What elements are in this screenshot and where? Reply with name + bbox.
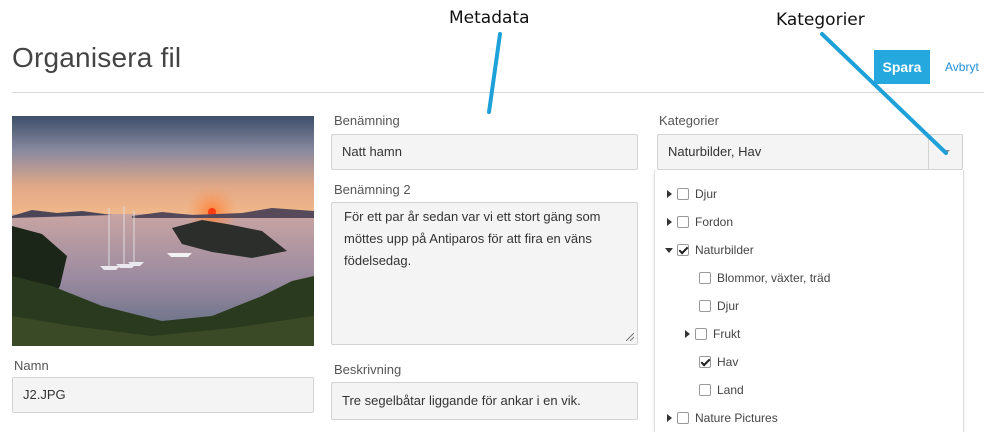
tree-item-fordon[interactable]: Fordon [663, 208, 733, 236]
metadata-pointer-line [487, 32, 502, 114]
header-divider [12, 92, 984, 93]
checkbox[interactable] [677, 188, 689, 200]
annotation-categories: Kategorier [776, 10, 865, 30]
tree-item-frukt[interactable]: Frukt [681, 320, 740, 348]
title-label: Benämning [334, 113, 400, 128]
checkbox[interactable] [699, 300, 711, 312]
title2-label: Benämning 2 [334, 182, 411, 197]
caret-right-icon[interactable] [663, 187, 677, 201]
tree-item-djur-sub[interactable]: Djur [699, 292, 739, 320]
checkbox[interactable] [695, 328, 707, 340]
tree-item-label: Djur [717, 299, 740, 313]
name-label: Namn [14, 358, 49, 373]
checkbox[interactable] [677, 412, 689, 424]
checkbox[interactable] [699, 384, 711, 396]
caret-down-icon[interactable] [663, 243, 677, 257]
tree-item-label: Hav [717, 355, 739, 369]
page-title: Organisera fil [12, 42, 182, 73]
caret-right-icon[interactable] [663, 215, 677, 229]
checkbox[interactable] [699, 272, 711, 284]
title2-text: För ett par år sedan var vi ett stort gä… [344, 209, 601, 268]
tree-item-djur[interactable]: Djur [663, 180, 717, 208]
resize-grip-icon[interactable] [626, 333, 634, 341]
annotation-metadata: Metadata [449, 8, 530, 28]
caret-right-icon[interactable] [663, 411, 677, 425]
categories-selected-value: Naturbilder, Hav [668, 144, 762, 159]
tree-item-label: Frukt [713, 327, 741, 341]
checkbox-checked[interactable] [677, 244, 689, 256]
tree-item-hav[interactable]: Hav [699, 348, 738, 376]
tree-item-naturbilder[interactable]: Naturbilder [663, 236, 754, 264]
tree-item-label: Naturbilder [695, 243, 754, 257]
title-field[interactable]: Natt hamn [331, 134, 638, 170]
categories-select[interactable]: Naturbilder, Hav [657, 134, 963, 170]
tree-item-label: Nature Pictures [695, 411, 778, 425]
tree-item-label: Fordon [695, 215, 734, 229]
tree-item-label: Blommor, växter, träd [717, 271, 831, 285]
categories-dropdown: Djur Fordon Naturbilder Blommor, växter,… [654, 170, 964, 432]
name-field[interactable]: J2.JPG [12, 377, 314, 413]
title2-textarea[interactable]: För ett par år sedan var vi ett stort gä… [331, 202, 638, 345]
tree-item-land[interactable]: Land [699, 376, 744, 404]
tree-item-nature-pictures[interactable]: Nature Pictures [663, 404, 778, 432]
categories-label: Kategorier [659, 113, 719, 128]
chevron-down-icon[interactable] [928, 135, 962, 169]
description-label: Beskrivning [334, 362, 402, 377]
tree-item-label: Land [717, 383, 744, 397]
save-button[interactable]: Spara [874, 50, 930, 84]
checkbox-checked[interactable] [699, 356, 711, 368]
photo-preview [12, 116, 314, 346]
tree-item-label: Djur [695, 187, 718, 201]
checkbox[interactable] [677, 216, 689, 228]
tree-item-blommor[interactable]: Blommor, växter, träd [699, 264, 830, 292]
cancel-link[interactable]: Avbryt [945, 60, 979, 74]
caret-right-icon[interactable] [681, 327, 695, 341]
description-field[interactable]: Tre segelbåtar liggande för ankar i en v… [331, 382, 638, 420]
